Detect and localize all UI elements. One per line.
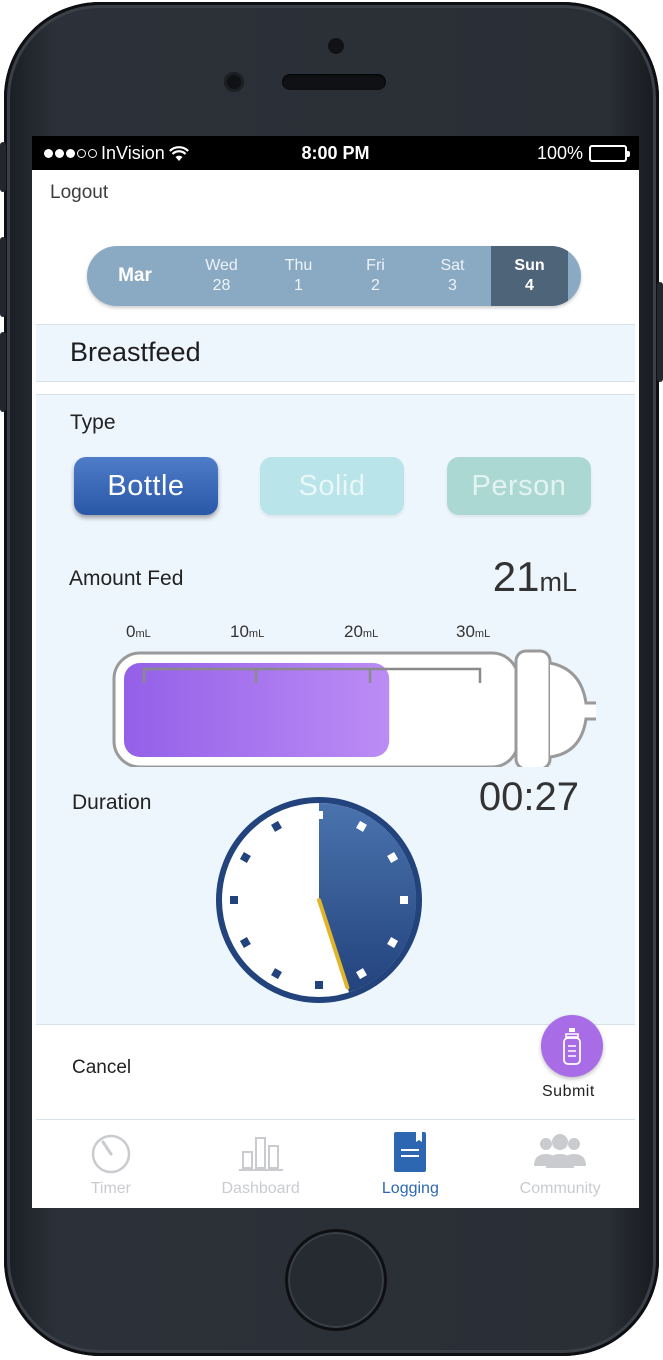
bottle-nipple <box>549 661 596 759</box>
amount-number: 21 <box>492 553 540 600</box>
date-day-sat[interactable]: Sat 3 <box>414 246 491 306</box>
scale-tick-20: 20mL <box>344 622 378 641</box>
scale-tick-10: 10mL <box>230 622 264 641</box>
type-bottle-button[interactable]: Bottle <box>74 457 218 515</box>
section-header: Breastfeed <box>36 324 635 382</box>
tab-community[interactable]: Community <box>485 1120 635 1208</box>
screen: InVision 8:00 PM 100% Logout Mar Wed 28 <box>32 136 639 1208</box>
tab-label: Logging <box>381 1180 439 1197</box>
tab-label: Timer <box>90 1180 132 1197</box>
bottle-amount-slider[interactable]: 0mL 10mL 20mL 30mL <box>76 607 596 767</box>
earpiece-speaker <box>282 74 386 90</box>
home-button[interactable] <box>285 1229 387 1331</box>
clock-tick <box>400 896 408 904</box>
day-number: 1 <box>294 277 303 294</box>
submit-label[interactable]: Submit <box>542 1083 595 1101</box>
mute-switch <box>0 142 6 192</box>
bar-chart-icon <box>238 1137 283 1171</box>
submit-button[interactable] <box>541 1015 603 1077</box>
baby-bottle-icon <box>563 1028 581 1065</box>
battery-icon <box>589 145 630 162</box>
date-day-wed[interactable]: Wed 28 <box>183 246 260 306</box>
clock-tick <box>230 896 238 904</box>
tab-dashboard[interactable]: Dashboard <box>186 1120 336 1208</box>
page-title: Breastfeed <box>70 337 201 367</box>
battery-percent: 100% <box>536 143 583 163</box>
duration-value: 00:27 <box>478 775 579 819</box>
amount-unit: mL <box>539 567 577 597</box>
clock-tick <box>315 981 323 989</box>
tab-timer[interactable]: Timer <box>36 1120 186 1208</box>
type-label: Type <box>70 411 116 434</box>
weekday-label: Thu <box>284 257 313 274</box>
tab-label: Community <box>519 1180 601 1197</box>
weekday-label: Fri <box>366 257 385 274</box>
proximity-sensor <box>328 38 344 54</box>
notebook-icon <box>394 1132 427 1172</box>
tab-bar: Timer Dashboard Logging Community <box>36 1120 635 1208</box>
weekday-label: Sun <box>514 257 545 274</box>
front-camera <box>224 72 244 92</box>
scale-tick-30: 30mL <box>456 622 490 641</box>
date-day-fri[interactable]: Fri 2 <box>337 246 414 306</box>
date-day-thu[interactable]: Thu 1 <box>260 246 337 306</box>
feed-form: Type Bottle Solid Person Amount Fed 21mL <box>36 394 635 1024</box>
type-person-button[interactable]: Person <box>447 457 591 515</box>
tab-logging[interactable]: Logging <box>336 1120 486 1208</box>
duration-clock[interactable] <box>214 795 424 1005</box>
volume-up-button <box>0 237 6 317</box>
weekday-label: Wed <box>205 257 238 274</box>
weekday-label: Sat <box>440 257 465 274</box>
day-number: 28 <box>212 277 231 294</box>
action-bar: Cancel Submit <box>36 1015 635 1120</box>
day-number: 2 <box>371 277 380 294</box>
duration-label: Duration <box>72 791 152 814</box>
app-content: Logout Mar Wed 28 Thu 1 Fri 2 Sat 3 Sun … <box>32 170 639 1208</box>
amount-value: 21mL <box>493 553 577 601</box>
volume-down-button <box>0 332 6 412</box>
date-month: Mar <box>118 265 152 286</box>
phone-frame: InVision 8:00 PM 100% Logout Mar Wed 28 <box>0 2 663 1356</box>
timer-icon <box>91 1134 131 1174</box>
date-selector: Mar Wed 28 Thu 1 Fri 2 Sat 3 Sun 4 <box>87 246 581 306</box>
type-solid-button[interactable]: Solid <box>260 457 404 515</box>
day-number: 3 <box>448 277 457 294</box>
amount-label: Amount Fed <box>69 567 184 590</box>
scale-tick-0: 0mL <box>126 622 151 641</box>
clock-tick <box>315 811 323 819</box>
logout-link[interactable]: Logout <box>50 182 108 204</box>
battery-indicator: 100% <box>536 143 630 164</box>
day-number: 4 <box>525 277 534 294</box>
power-button <box>657 282 663 382</box>
date-day-sun[interactable]: Sun 4 <box>491 246 568 306</box>
people-icon <box>534 1134 587 1168</box>
tab-label: Dashboard <box>221 1180 300 1197</box>
cancel-button[interactable]: Cancel <box>72 1057 131 1079</box>
bottle-collar <box>514 649 552 767</box>
status-bar: InVision 8:00 PM 100% <box>32 136 639 170</box>
